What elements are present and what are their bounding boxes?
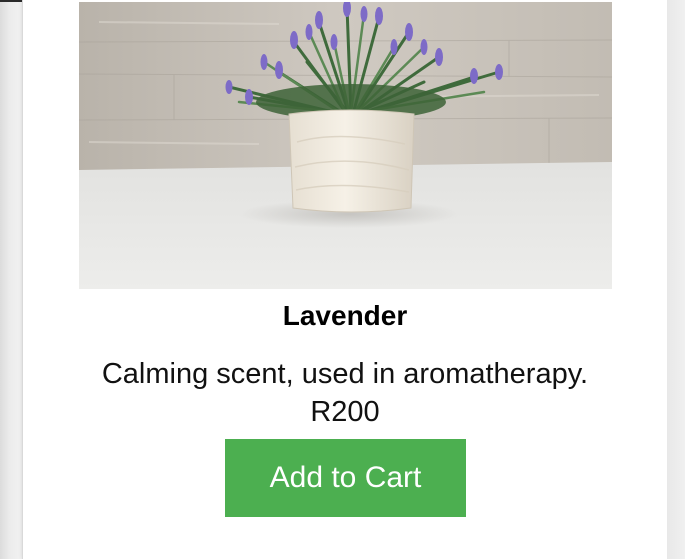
add-to-cart-button[interactable]: Add to Cart bbox=[225, 439, 466, 517]
right-gutter bbox=[667, 0, 685, 559]
product-price: R200 bbox=[310, 396, 380, 428]
product-card: Lavender Calming scent, used in aromathe… bbox=[22, 0, 668, 559]
product-name: Lavender bbox=[282, 300, 408, 331]
product-description: Calming scent, used in aromatherapy. bbox=[101, 358, 589, 390]
product-image bbox=[79, 2, 612, 289]
product-page: Lavender Calming scent, used in aromathe… bbox=[0, 0, 685, 559]
lavender-plant-image bbox=[79, 2, 612, 289]
